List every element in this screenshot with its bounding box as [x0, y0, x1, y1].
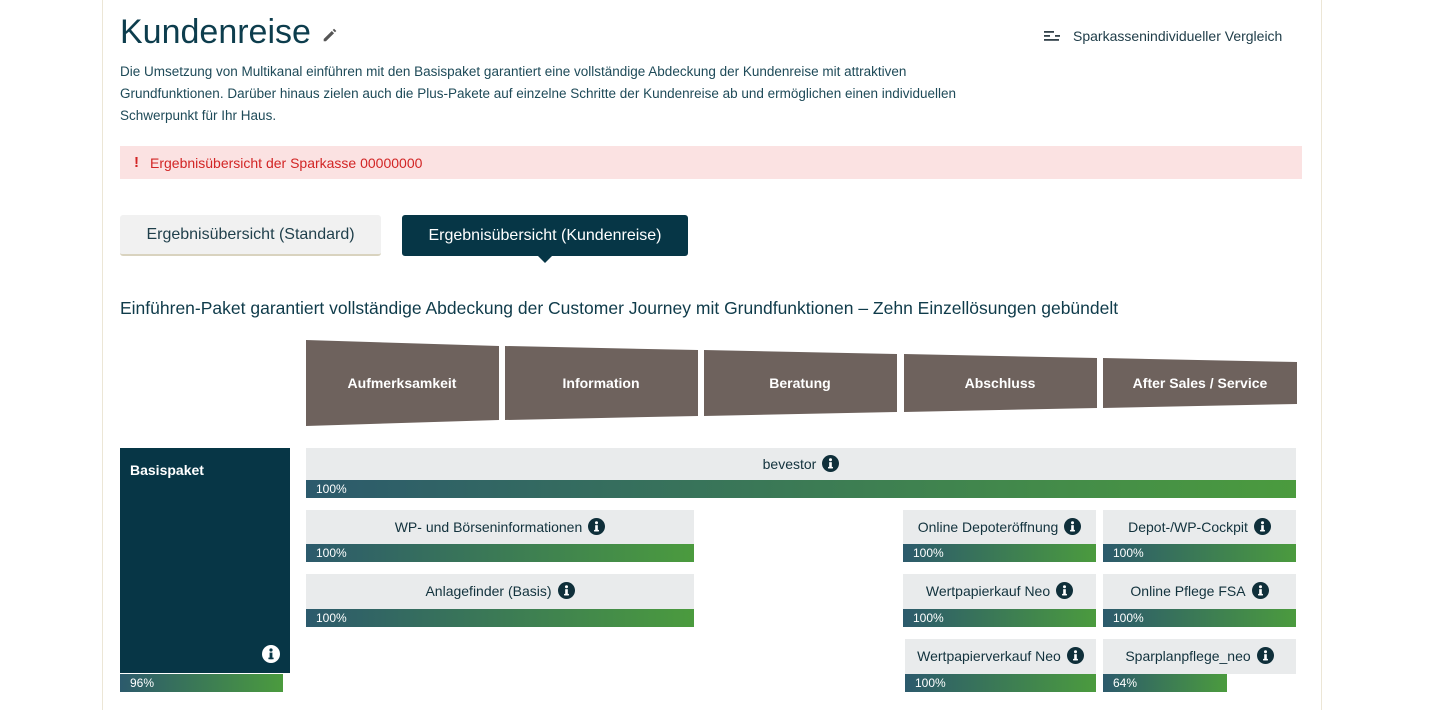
product-anlagefinder-progress: 100% [306, 609, 694, 627]
stage-aufmerksamkeit: Aufmerksamkeit [306, 340, 499, 426]
product-depot-cockpit[interactable]: Depot-/WP-Cockpit 100% [1103, 510, 1296, 562]
product-wp-kauf-percent: 100% [913, 611, 944, 625]
info-icon[interactable] [822, 455, 840, 472]
basispaket-box[interactable]: Basispaket [120, 448, 290, 673]
product-bevestor[interactable]: bevestor 100% [306, 448, 1296, 498]
product-depot-cockpit-name: Depot-/WP-Cockpit [1128, 518, 1248, 535]
product-wp-boerse-percent: 100% [316, 546, 347, 560]
info-icon[interactable] [1253, 518, 1271, 535]
product-anlagefinder[interactable]: Anlagefinder (Basis) 100% [306, 574, 694, 627]
product-wp-boerse-progress: 100% [306, 544, 694, 562]
info-icon[interactable] [557, 582, 575, 599]
product-wp-kauf-name: Wertpapierkauf Neo [925, 582, 1051, 599]
product-wp-verkauf-progress: 100% [905, 674, 1096, 692]
stage-aufmerksamkeit-label: Aufmerksamkeit [348, 375, 457, 391]
product-anlagefinder-percent: 100% [316, 611, 347, 625]
info-icon[interactable] [1066, 647, 1084, 664]
product-depot-cockpit-progress: 100% [1103, 544, 1296, 562]
journey-funnel: Aufmerksamkeit Information Beratung Absc… [306, 340, 1297, 426]
stage-after-sales-label: After Sales / Service [1133, 375, 1268, 391]
stage-abschluss: Abschluss [904, 354, 1097, 412]
product-wp-boerse-progress-fill [306, 544, 694, 562]
product-depoteroeffnung-percent: 100% [913, 546, 944, 560]
stage-abschluss-label: Abschluss [965, 375, 1036, 391]
product-wp-boerse-name: WP- und Börseninformationen [394, 518, 583, 535]
product-depoteroeffnung-name: Online Depoteröffnung [917, 518, 1059, 535]
basispaket-percent: 96% [130, 676, 155, 690]
product-wp-verkauf-name: Wertpapierverkauf Neo [917, 647, 1061, 664]
product-pflege-fsa[interactable]: Online Pflege FSA 100% [1103, 574, 1296, 627]
product-anlagefinder-name: Anlagefinder (Basis) [425, 582, 552, 599]
product-sparplan-progress: 64% [1103, 674, 1296, 692]
info-icon[interactable] [1064, 518, 1082, 535]
product-anlagefinder-progress-fill [306, 609, 694, 627]
product-pflege-fsa-percent: 100% [1113, 611, 1144, 625]
product-pflege-fsa-name: Online Pflege FSA [1130, 582, 1246, 599]
product-wp-verkauf[interactable]: Wertpapierverkauf Neo 100% [905, 639, 1096, 692]
product-wp-boerse[interactable]: WP- und Börseninformationen 100% [306, 510, 694, 562]
product-bevestor-percent: 100% [316, 482, 347, 496]
product-depoteroeffnung[interactable]: Online Depoteröffnung 100% [903, 510, 1096, 562]
product-wp-kauf-progress: 100% [903, 609, 1096, 627]
info-icon[interactable] [1056, 582, 1074, 599]
stage-information: Information [505, 346, 698, 420]
info-icon[interactable] [588, 518, 606, 535]
stage-beratung-label: Beratung [769, 375, 830, 391]
product-depot-cockpit-percent: 100% [1113, 546, 1144, 560]
product-bevestor-progress-fill [306, 480, 1296, 498]
product-bevestor-progress: 100% [306, 480, 1296, 498]
info-icon[interactable] [1251, 582, 1269, 599]
product-sparplan[interactable]: Sparplanpflege_neo 64% [1103, 639, 1296, 692]
product-depoteroeffnung-progress: 100% [903, 544, 1096, 562]
product-bevestor-name: bevestor [762, 455, 817, 472]
product-sparplan-name: Sparplanpflege_neo [1125, 647, 1251, 664]
stage-information-label: Information [563, 375, 640, 391]
stage-beratung: Beratung [704, 350, 897, 416]
basispaket-label: Basispaket [130, 462, 204, 478]
info-icon[interactable] [262, 645, 280, 663]
product-wp-kauf[interactable]: Wertpapierkauf Neo 100% [903, 574, 1096, 627]
product-sparplan-percent: 64% [1113, 676, 1138, 690]
product-pflege-fsa-progress: 100% [1103, 609, 1296, 627]
product-wp-verkauf-percent: 100% [915, 676, 946, 690]
info-icon[interactable] [1256, 647, 1274, 664]
stage-after-sales: After Sales / Service [1103, 358, 1297, 408]
basispaket-progress: 96% [120, 674, 290, 692]
